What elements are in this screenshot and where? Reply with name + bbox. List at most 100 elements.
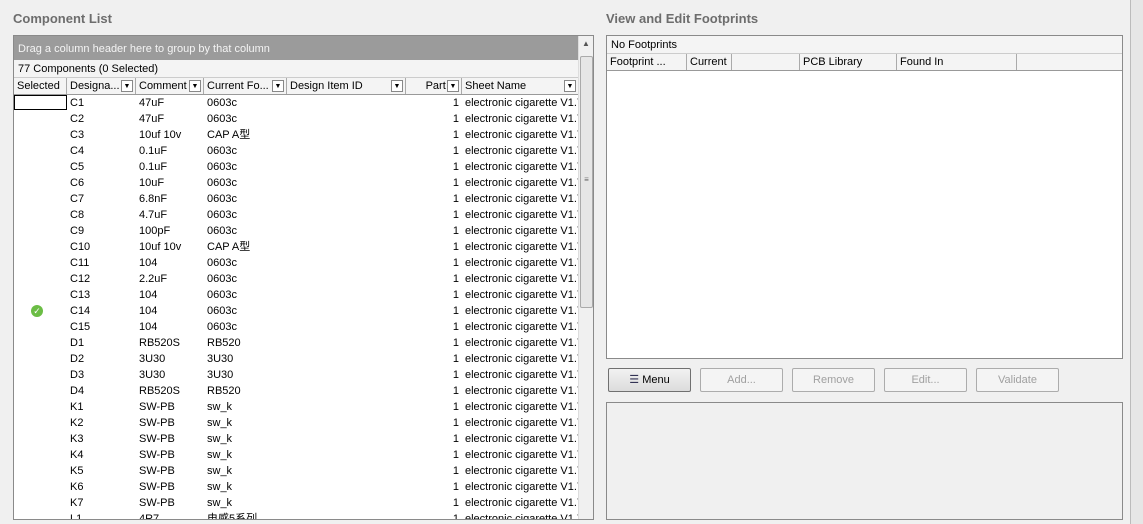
table-row[interactable]: C11 104 0603c 1 electronic cigarette V1.7 [14, 255, 579, 271]
table-row[interactable]: ✓ C14 104 0603c 1 electronic cigarette V1.7 [14, 303, 579, 319]
filter-dropdown-icon[interactable]: ▼ [564, 80, 576, 92]
footprint-column-header[interactable]: Found In [897, 54, 1017, 70]
selected-cell[interactable] [14, 271, 67, 287]
column-header-4[interactable]: Design Item ID ▼ [287, 78, 406, 94]
table-row[interactable]: K3 SW-PB sw_k 1 electronic cigarette V1.7 [14, 431, 579, 447]
selected-cell[interactable]: ✓ [14, 303, 67, 319]
selected-cell[interactable] [14, 159, 67, 175]
remove-button[interactable]: Remove [792, 368, 875, 392]
table-row[interactable]: C12 2.2uF 0603c 1 electronic cigarette V1.7 [14, 271, 579, 287]
filter-dropdown-icon[interactable]: ▼ [272, 80, 284, 92]
selected-cell[interactable] [14, 191, 67, 207]
table-row[interactable]: C7 6.8nF 0603c 1 electronic cigarette V1.7 [14, 191, 579, 207]
menu-button[interactable]: ☰ Menu [608, 368, 691, 392]
button-label: Validate [998, 374, 1037, 386]
footprint-preview [606, 402, 1123, 520]
cell: 1 [452, 113, 459, 125]
selected-cell[interactable] [14, 239, 67, 255]
footprint-column-header[interactable] [732, 54, 800, 70]
component-grid[interactable]: Drag a column header here to group by th… [13, 35, 594, 520]
selected-cell[interactable] [14, 495, 67, 511]
selected-cell[interactable] [14, 207, 67, 223]
filter-dropdown-icon[interactable]: ▼ [121, 80, 133, 92]
column-header-1[interactable]: Designa... ▼ [67, 78, 136, 94]
footprint-column-header[interactable]: Footprint ... [607, 54, 687, 70]
group-by-area[interactable]: Drag a column header here to group by th… [14, 36, 579, 60]
table-row[interactable]: K6 SW-PB sw_k 1 electronic cigarette V1.7 [14, 479, 579, 495]
selected-cell[interactable] [14, 127, 67, 143]
cell: 104 [139, 289, 158, 301]
table-row[interactable]: C9 100pF 0603c 1 electronic cigarette V1.7 [14, 223, 579, 239]
filter-dropdown-icon[interactable]: ▼ [447, 80, 459, 92]
cell: electronic cigarette V1.7 [465, 401, 579, 413]
table-row[interactable]: K1 SW-PB sw_k 1 electronic cigarette V1.7 [14, 399, 579, 415]
selected-cell[interactable] [14, 383, 67, 399]
table-row[interactable]: K4 SW-PB sw_k 1 electronic cigarette V1.7 [14, 447, 579, 463]
table-row[interactable]: D1 RB520S RB520 1 electronic cigarette V1.7 [14, 335, 579, 351]
selected-cell[interactable] [14, 399, 67, 415]
selected-cell[interactable] [14, 95, 67, 111]
table-row[interactable]: K7 SW-PB sw_k 1 electronic cigarette V1.7 [14, 495, 579, 511]
table-row[interactable]: C3 10uf 10v CAP A型 1 electronic cigarette V1… [14, 127, 579, 143]
cell: 10uF [139, 177, 165, 189]
footprint-grid[interactable]: No Footprints Footprint ... Current PCB Li… [606, 35, 1123, 359]
selected-cell[interactable] [14, 511, 67, 519]
table-row[interactable]: C5 0.1uF 0603c 1 electronic cigarette V1.7 [14, 159, 579, 175]
column-header-6[interactable]: Sheet Name ▼ [462, 78, 579, 94]
cell: C9 [70, 225, 85, 237]
table-row[interactable]: K2 SW-PB sw_k 1 electronic cigarette V1.7 [14, 415, 579, 431]
selected-cell[interactable] [14, 319, 67, 335]
selected-cell[interactable] [14, 111, 67, 127]
cell: 1 [452, 273, 459, 285]
selected-cell[interactable] [14, 255, 67, 271]
table-row[interactable]: D4 RB520S RB520 1 electronic cigarette V1.7 [14, 383, 579, 399]
validate-button[interactable]: Validate [976, 368, 1059, 392]
selected-cell[interactable] [14, 287, 67, 303]
filter-dropdown-icon[interactable]: ▼ [391, 80, 403, 92]
cell: 1 [452, 449, 459, 461]
selected-cell[interactable] [14, 335, 67, 351]
selected-cell[interactable] [14, 351, 67, 367]
selected-cell[interactable] [14, 143, 67, 159]
column-header-2[interactable]: Comment ▼ [136, 78, 204, 94]
selected-cell[interactable] [14, 463, 67, 479]
table-row[interactable]: C10 10uf 10v CAP A型 1 electronic cigarette V… [14, 239, 579, 255]
table-row[interactable]: C1 47uF 0603c 1 electronic cigarette V1.7 [14, 95, 579, 111]
cell: D2 [70, 353, 85, 365]
cell: electronic cigarette V1.7 [465, 177, 579, 189]
cell [287, 335, 406, 351]
column-header-3[interactable]: Current Fo... ▼ [204, 78, 287, 94]
table-row[interactable]: C8 4.7uF 0603c 1 electronic cigarette V1.7 [14, 207, 579, 223]
scroll-up-icon[interactable]: ▲ [579, 36, 593, 52]
table-row[interactable]: C2 47uF 0603c 1 electronic cigarette V1.7 [14, 111, 579, 127]
table-row[interactable]: D3 3U30 3U30 1 electronic cigarette V1.7 [14, 367, 579, 383]
cell [287, 495, 406, 511]
selected-cell[interactable] [14, 479, 67, 495]
filter-dropdown-icon[interactable]: ▼ [189, 80, 201, 92]
selected-cell[interactable] [14, 415, 67, 431]
edit-button[interactable]: Edit... [884, 368, 967, 392]
cell [287, 415, 406, 431]
selected-cell[interactable] [14, 223, 67, 239]
column-header-0[interactable]: Selected [14, 78, 67, 94]
footprint-column-header[interactable]: Current [687, 54, 732, 70]
cell [287, 255, 406, 271]
table-row[interactable]: C15 104 0603c 1 electronic cigarette V1.7 [14, 319, 579, 335]
selected-cell[interactable] [14, 175, 67, 191]
table-row[interactable]: C4 0.1uF 0603c 1 electronic cigarette V1.7 [14, 143, 579, 159]
column-header-5[interactable]: Part ... ▼ [406, 78, 462, 94]
table-row[interactable]: C13 104 0603c 1 electronic cigarette V1.7 [14, 287, 579, 303]
footprint-column-header[interactable]: PCB Library [800, 54, 897, 70]
vertical-scrollbar[interactable]: ▲ ≡ [578, 36, 593, 519]
table-row[interactable]: K5 SW-PB sw_k 1 electronic cigarette V1.7 [14, 463, 579, 479]
selected-cell[interactable] [14, 447, 67, 463]
add-button[interactable]: Add... [700, 368, 783, 392]
cell [287, 223, 406, 239]
footprint-status: No Footprints [607, 36, 1122, 54]
table-row[interactable]: D2 3U30 3U30 1 electronic cigarette V1.7 [14, 351, 579, 367]
table-row[interactable]: L1 4R7 电感5系列 1 electronic cigarette V1.7 [14, 511, 579, 519]
selected-cell[interactable] [14, 367, 67, 383]
selected-cell[interactable] [14, 431, 67, 447]
scroll-thumb[interactable]: ≡ [580, 56, 593, 308]
table-row[interactable]: C6 10uF 0603c 1 electronic cigarette V1.7 [14, 175, 579, 191]
